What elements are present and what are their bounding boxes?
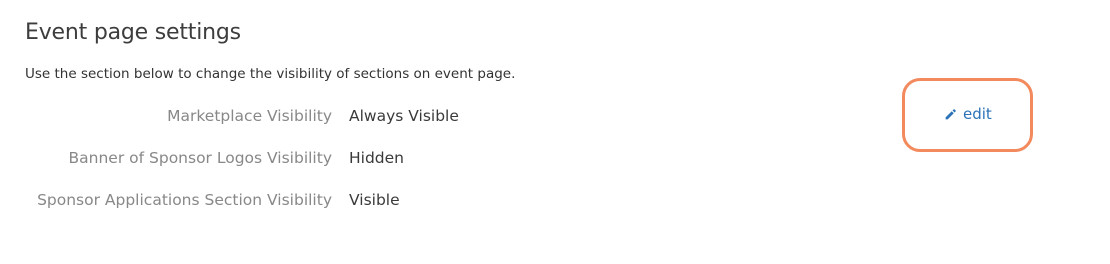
setting-value: Always Visible: [349, 107, 459, 125]
section-description: Use the section below to change the visi…: [25, 66, 516, 82]
setting-row-sponsor-applications-visibility: Sponsor Applications Section Visibility …: [0, 188, 700, 212]
pencil-icon: [944, 108, 957, 121]
setting-row-marketplace-visibility: Marketplace Visibility Always Visible: [0, 104, 700, 128]
setting-row-banner-visibility: Banner of Sponsor Logos Visibility Hidde…: [0, 146, 700, 170]
setting-label: Banner of Sponsor Logos Visibility: [68, 149, 332, 167]
setting-label: Sponsor Applications Section Visibility: [37, 191, 332, 209]
edit-link[interactable]: edit: [944, 103, 992, 125]
setting-value: Hidden: [349, 149, 404, 167]
section-title: Event page settings: [25, 20, 241, 45]
setting-label: Marketplace Visibility: [167, 107, 332, 125]
setting-value: Visible: [349, 191, 400, 209]
edit-label: edit: [963, 105, 992, 123]
